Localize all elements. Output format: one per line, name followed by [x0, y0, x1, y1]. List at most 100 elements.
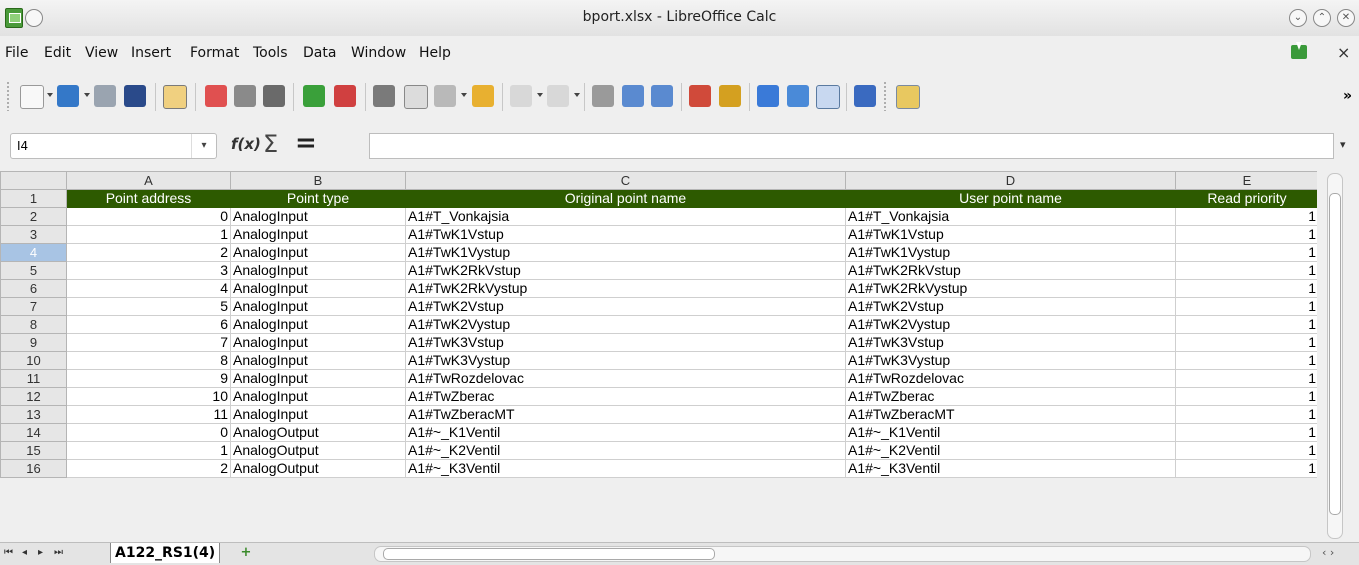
- table-cell[interactable]: A1#TwK2RkVstup: [405, 261, 846, 280]
- open-dropdown-icon[interactable]: [84, 93, 90, 97]
- maximize-icon[interactable]: ⌃: [1313, 9, 1331, 27]
- table-cell[interactable]: A1#TwRozdelovac: [845, 369, 1176, 388]
- table-cell[interactable]: AnalogInput: [230, 369, 406, 388]
- row-header[interactable]: 15: [0, 441, 67, 460]
- table-cell[interactable]: A1#~_K2Ventil: [405, 441, 846, 460]
- table-cell[interactable]: 1: [1175, 261, 1319, 280]
- table-cell[interactable]: A1#TwRozdelovac: [405, 369, 846, 388]
- header-cell[interactable]: Read priority: [1175, 189, 1319, 208]
- table-cell[interactable]: AnalogInput: [230, 315, 406, 334]
- undo-dropdown-icon[interactable]: [537, 93, 543, 97]
- table-cell[interactable]: A1#TwZberacMT: [845, 405, 1176, 424]
- table-cell[interactable]: AnalogInput: [230, 297, 406, 316]
- row-header[interactable]: 3: [0, 225, 67, 244]
- table-cell[interactable]: AnalogInput: [230, 333, 406, 352]
- table-cell[interactable]: 0: [66, 423, 231, 442]
- table-cell[interactable]: A1#~_K3Ventil: [405, 459, 846, 478]
- menu-file[interactable]: File: [5, 45, 28, 61]
- save-icon[interactable]: [94, 85, 116, 107]
- table-cell[interactable]: A1#TwK3Vstup: [405, 333, 846, 352]
- table-cell[interactable]: 1: [1175, 369, 1319, 388]
- minimize-icon[interactable]: ⌄: [1289, 9, 1307, 27]
- table-cell[interactable]: A1#TwK2Vstup: [405, 297, 846, 316]
- table-cell[interactable]: A1#TwK2RkVystup: [405, 279, 846, 298]
- navigator-icon[interactable]: [757, 85, 779, 107]
- row-header[interactable]: 9: [0, 333, 67, 352]
- name-box-input[interactable]: [15, 138, 189, 154]
- paste-icon[interactable]: [434, 85, 456, 107]
- table-cell[interactable]: A1#T_Vonkajsia: [405, 207, 846, 226]
- column-header-a[interactable]: A: [66, 171, 231, 190]
- row-header[interactable]: 11: [0, 369, 67, 388]
- table-cell[interactable]: 1: [1175, 333, 1319, 352]
- column-header-c[interactable]: C: [405, 171, 846, 190]
- table-cell[interactable]: 1: [1175, 459, 1319, 478]
- redo-icon[interactable]: [547, 85, 569, 107]
- table-cell[interactable]: A1#TwK2Vystup: [845, 315, 1176, 334]
- table-cell[interactable]: AnalogInput: [230, 261, 406, 280]
- table-cell[interactable]: AnalogInput: [230, 387, 406, 406]
- select-all-corner[interactable]: [0, 171, 67, 190]
- table-cell[interactable]: 2: [66, 243, 231, 262]
- table-cell[interactable]: A1#TwK1Vstup: [845, 225, 1176, 244]
- toolbar-grip[interactable]: [883, 81, 887, 111]
- formula-input[interactable]: [369, 133, 1334, 159]
- table-cell[interactable]: 1: [1175, 225, 1319, 244]
- table-cell[interactable]: A1#~_K1Ventil: [405, 423, 846, 442]
- column-header-e[interactable]: E: [1175, 171, 1319, 190]
- function-wizard-icon[interactable]: f(x): [231, 135, 261, 153]
- last-sheet-icon[interactable]: ⏭: [54, 547, 63, 558]
- cut-icon[interactable]: [373, 85, 395, 107]
- new-dropdown-icon[interactable]: [47, 93, 53, 97]
- next-sheet-icon[interactable]: ▸: [38, 547, 43, 558]
- help-icon[interactable]: [854, 85, 876, 107]
- close-icon[interactable]: ✕: [1337, 9, 1355, 27]
- table-cell[interactable]: A1#TwZberac: [405, 387, 846, 406]
- add-sheet-icon[interactable]: +: [232, 544, 260, 562]
- redo-dropdown-icon[interactable]: [574, 93, 580, 97]
- table-cell[interactable]: 1: [1175, 351, 1319, 370]
- table-cell[interactable]: 5: [66, 297, 231, 316]
- menu-view[interactable]: View: [85, 45, 118, 61]
- table-cell[interactable]: AnalogInput: [230, 351, 406, 370]
- row-header[interactable]: 4: [0, 243, 67, 262]
- open-icon[interactable]: [57, 85, 79, 107]
- menu-edit[interactable]: Edit: [44, 45, 71, 61]
- table-cell[interactable]: AnalogInput: [230, 207, 406, 226]
- update-available-icon[interactable]: [1291, 42, 1307, 59]
- header-cell[interactable]: Point address: [66, 189, 231, 208]
- table-cell[interactable]: 1: [1175, 243, 1319, 262]
- new-document-icon[interactable]: [20, 85, 44, 109]
- table-cell[interactable]: A1#TwK1Vstup: [405, 225, 846, 244]
- table-cell[interactable]: A1#~_K2Ventil: [845, 441, 1176, 460]
- table-cell[interactable]: AnalogInput: [230, 225, 406, 244]
- data-sources-icon[interactable]: [816, 85, 840, 109]
- row-header[interactable]: 1: [0, 189, 67, 208]
- table-cell[interactable]: A1#TwK2RkVystup: [845, 279, 1176, 298]
- table-cell[interactable]: 1: [1175, 315, 1319, 334]
- hyperlink-icon[interactable]: [592, 85, 614, 107]
- sheet-tab-active[interactable]: A122_RS1(4): [110, 543, 221, 563]
- draw-functions-icon[interactable]: [719, 85, 741, 107]
- table-cell[interactable]: A1#T_Vonkajsia: [845, 207, 1176, 226]
- formula-icon[interactable]: =: [295, 128, 317, 158]
- edit-mode-icon[interactable]: [163, 85, 187, 109]
- table-cell[interactable]: AnalogInput: [230, 279, 406, 298]
- menu-help[interactable]: Help: [419, 45, 451, 61]
- header-cell[interactable]: Point type: [230, 189, 406, 208]
- row-header[interactable]: 5: [0, 261, 67, 280]
- toolbar-grip[interactable]: [6, 81, 10, 111]
- table-cell[interactable]: 8: [66, 351, 231, 370]
- export-pdf-icon[interactable]: [205, 85, 227, 107]
- sort-ascending-icon[interactable]: [622, 85, 644, 107]
- close-document-icon[interactable]: ×: [1337, 43, 1350, 62]
- row-header[interactable]: 14: [0, 423, 67, 442]
- table-cell[interactable]: AnalogInput: [230, 405, 406, 424]
- table-cell[interactable]: 11: [66, 405, 231, 424]
- scroll-arrows-icon[interactable]: ‹ ›: [1322, 546, 1334, 559]
- previous-sheet-icon[interactable]: ◂: [22, 547, 27, 558]
- spellcheck-icon[interactable]: [303, 85, 325, 107]
- table-cell[interactable]: 1: [1175, 441, 1319, 460]
- sort-descending-icon[interactable]: [651, 85, 673, 107]
- table-cell[interactable]: AnalogOutput: [230, 441, 406, 460]
